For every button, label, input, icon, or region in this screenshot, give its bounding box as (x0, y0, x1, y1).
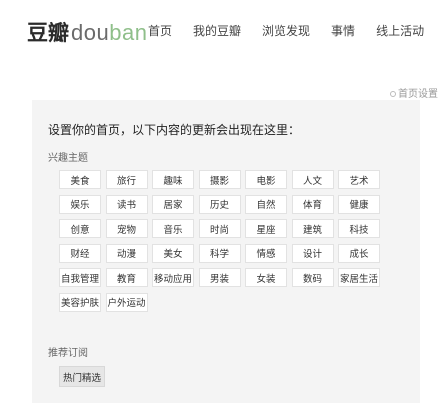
tag-button[interactable]: 娱乐 (59, 194, 101, 214)
interest-section-label: 兴趣主题 (48, 153, 88, 164)
featured-subscription-button[interactable]: 热门精选 (59, 366, 105, 387)
tag-button[interactable]: 动漫 (105, 243, 148, 263)
main-nav: 首页 我的豆瓣 浏览发现 事情 线上活动 (148, 22, 445, 39)
nav-events[interactable]: 事情 (331, 22, 355, 39)
tag-button[interactable]: 男装 (198, 268, 241, 287)
tag-button[interactable]: 成长 (338, 243, 380, 263)
tag-button[interactable]: 人文 (291, 170, 334, 189)
nav-my-douban[interactable]: 我的豆瓣 (193, 22, 241, 39)
recommend-section-label: 推荐订阅 (48, 348, 88, 359)
tag-button[interactable]: 读书 (105, 194, 148, 214)
tag-button[interactable]: 健康 (338, 194, 380, 214)
top-bar: 豆瓣 douban 首页 我的豆瓣 浏览发现 事情 线上活动 (0, 0, 448, 55)
tag-button[interactable]: 移动应用 (152, 268, 194, 287)
homepage-settings-link[interactable]: 首页设置 (390, 85, 438, 100)
tag-button[interactable]: 科技 (338, 219, 380, 238)
nav-online-activities[interactable]: 线上活动 (376, 22, 424, 39)
tag-button[interactable]: 音乐 (152, 219, 194, 238)
tag-button[interactable]: 美女 (152, 243, 194, 263)
tag-button[interactable]: 趣味 (152, 170, 194, 189)
tag-button[interactable]: 体育 (291, 194, 334, 214)
settings-circle-icon (390, 91, 396, 97)
tag-button[interactable]: 财经 (59, 243, 101, 263)
tag-button[interactable]: 科学 (198, 243, 241, 263)
tag-button[interactable]: 女装 (245, 268, 287, 287)
logo-chinese: 豆瓣 (27, 21, 69, 45)
tag-button[interactable]: 美食 (59, 170, 101, 189)
tag-button[interactable]: 电影 (245, 170, 287, 189)
douban-logo[interactable]: 豆瓣 douban (27, 17, 147, 45)
tag-button[interactable]: 居家 (152, 194, 194, 214)
tag-button[interactable]: 美容护肤 (59, 292, 101, 312)
tag-button[interactable]: 自然 (245, 194, 287, 214)
tag-button[interactable]: 户外运动 (105, 292, 148, 312)
tag-button[interactable]: 旅行 (105, 170, 148, 189)
tag-button[interactable]: 家居生活 (338, 268, 380, 287)
tag-button[interactable]: 数码 (291, 268, 334, 287)
tag-button[interactable]: 建筑 (291, 219, 334, 238)
nav-home[interactable]: 首页 (148, 22, 172, 39)
tag-button[interactable]: 时尚 (198, 219, 241, 238)
tag-button[interactable]: 宠物 (105, 219, 148, 238)
tag-button[interactable]: 星座 (245, 219, 287, 238)
tag-button[interactable]: 设计 (291, 243, 334, 263)
tag-button[interactable]: 创意 (59, 219, 101, 238)
tag-button[interactable]: 自我管理 (59, 268, 101, 287)
nav-explore[interactable]: 浏览发现 (262, 22, 310, 39)
interest-tag-grid: 美食 旅行 趣味 摄影 电影 人文 艺术 娱乐 读书 居家 历史 自然 体育 健… (59, 170, 380, 312)
tag-button[interactable]: 摄影 (198, 170, 241, 189)
tag-button[interactable]: 情感 (245, 243, 287, 263)
tag-button[interactable]: 教育 (105, 268, 148, 287)
tag-button[interactable]: 历史 (198, 194, 241, 214)
tag-button[interactable]: 艺术 (338, 170, 380, 189)
intro-text: 设置你的首页，以下内容的更新会出现在这里： (48, 123, 301, 137)
logo-english: douban (71, 20, 148, 45)
